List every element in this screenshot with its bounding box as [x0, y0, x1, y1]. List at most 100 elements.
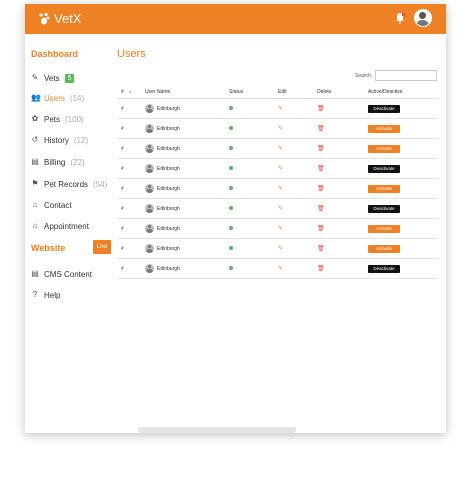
sidebar-item-appointment[interactable]: ⌂ Appointment: [31, 219, 89, 233]
user-cell: Edinburgh: [145, 224, 225, 233]
frame-shadow: [138, 427, 296, 433]
delete-icon[interactable]: 🗑: [317, 126, 325, 132]
deactivate-button[interactable]: Deactivate: [368, 264, 400, 273]
sidebar-item-contact[interactable]: ⌂ Contact: [31, 198, 72, 212]
user-avatar-icon: [145, 224, 154, 233]
user-avatar-icon: [145, 184, 154, 193]
user-name: Edinburgh: [157, 265, 180, 272]
edit-icon[interactable]: ✎: [278, 226, 283, 232]
table-row: # Edinburgh ✎ 🗑 Deactivate: [117, 98, 438, 119]
edit-icon[interactable]: ✎: [278, 186, 283, 192]
row-number: #: [117, 138, 141, 159]
user-name: Edinburgh: [157, 105, 180, 112]
activate-button[interactable]: Activate: [368, 124, 400, 133]
user-cell: Edinburgh: [145, 264, 225, 273]
activate-button[interactable]: Activate: [368, 244, 400, 253]
user-avatar-icon: [145, 144, 154, 153]
status-dot-icon: [229, 185, 233, 190]
users-table: # ▲ User Name Status Edit Delete Active/D…: [117, 86, 438, 279]
user-avatar[interactable]: [414, 9, 432, 27]
status-dot-icon: [229, 165, 233, 170]
sidebar-item-cms-content[interactable]: ▤ CMS Content: [31, 267, 92, 281]
sidebar-item-pet-records[interactable]: ⚑ Pet Records (54): [31, 177, 107, 191]
table-row: # Edinburgh ✎ 🗑 Activate: [117, 218, 438, 239]
sidebar-item-vets[interactable]: ✎ Vets 5: [31, 71, 75, 85]
logo-text: VetX: [54, 11, 82, 26]
notification-bell-icon[interactable]: [394, 12, 406, 24]
sidebar-item-count: (12): [73, 135, 89, 145]
sidebar-item-pets[interactable]: ✿ Pets (100): [31, 112, 84, 126]
column-header-user-name[interactable]: User Name: [141, 86, 225, 99]
edit-icon[interactable]: ✎: [278, 266, 283, 272]
activate-button[interactable]: Activate: [368, 224, 400, 233]
delete-icon[interactable]: 🗑: [317, 206, 325, 212]
sidebar-item-label: Billing: [44, 157, 66, 167]
deactivate-button[interactable]: Deactivate: [368, 164, 400, 173]
search-area: Search:: [355, 70, 438, 81]
delete-icon[interactable]: 🗑: [317, 106, 325, 112]
user-avatar-icon: [145, 104, 154, 113]
paw-logo-icon: [39, 12, 50, 24]
sidebar-item-users[interactable]: 👥 Users (14): [31, 91, 84, 105]
user-name: Edinburgh: [157, 125, 180, 132]
row-number: #: [117, 238, 141, 259]
delete-icon[interactable]: 🗑: [317, 146, 325, 152]
sort-icon[interactable]: ▲: [128, 89, 133, 95]
sidebar-item-billing[interactable]: ▤ Billing (22): [31, 155, 84, 169]
edit-icon[interactable]: ✎: [278, 166, 283, 172]
user-name: Edinburgh: [157, 145, 180, 152]
table-row: # Edinburgh ✎ 🗑 Deactivate: [117, 158, 438, 179]
table-row: # Edinburgh ✎ 🗑 Deactivate: [117, 198, 438, 219]
delete-icon[interactable]: 🗑: [317, 266, 325, 272]
user-cell: Edinburgh: [145, 104, 225, 113]
history-icon: ↺: [31, 135, 39, 144]
sidebar-item-label: Help: [44, 290, 61, 300]
edit-icon[interactable]: ✎: [278, 126, 283, 132]
live-button[interactable]: Live: [93, 240, 111, 254]
deactivate-button[interactable]: Deactivate: [368, 204, 400, 213]
sidebar: Dashboard ✎ Vets 5 👥 Users (14) ✿ Pets (…: [25, 34, 115, 433]
logo[interactable]: VetX: [38, 11, 81, 26]
delete-icon[interactable]: 🗑: [317, 166, 325, 172]
activate-button[interactable]: Activate: [368, 144, 400, 153]
table-row: # Edinburgh ✎ 🗑 Activate: [117, 238, 438, 259]
delete-icon[interactable]: 🗑: [317, 186, 325, 192]
sidebar-item-help[interactable]: ? Help: [31, 288, 61, 302]
help-icon: ?: [32, 290, 38, 299]
column-header-status[interactable]: Status: [225, 86, 274, 99]
edit-icon[interactable]: ✎: [278, 146, 283, 152]
row-number: #: [117, 258, 141, 279]
sidebar-item-label: Pet Records: [44, 179, 89, 189]
search-label: Search:: [355, 72, 373, 79]
user-avatar-icon: [145, 244, 154, 253]
user-avatar-icon: [145, 204, 154, 213]
sidebar-website-heading[interactable]: Website: [31, 243, 65, 253]
column-header-delete[interactable]: Delete: [313, 86, 364, 99]
row-number: #: [117, 178, 141, 199]
search-input[interactable]: [375, 70, 438, 81]
sidebar-item-count: (54): [93, 179, 108, 189]
user-cell: Edinburgh: [145, 204, 225, 213]
pets-icon: ✿: [31, 114, 39, 123]
edit-icon[interactable]: ✎: [278, 106, 283, 112]
sidebar-item-label: Appointment: [44, 221, 89, 231]
column-header-edit[interactable]: Edit: [274, 86, 313, 99]
user-name: Edinburgh: [157, 185, 180, 192]
billing-icon: ▤: [31, 157, 39, 166]
activate-button[interactable]: Activate: [368, 184, 400, 193]
deactivate-button[interactable]: Deactivate: [368, 104, 400, 113]
delete-icon[interactable]: 🗑: [317, 246, 325, 252]
status-dot-icon: [229, 205, 233, 210]
edit-icon[interactable]: ✎: [278, 206, 283, 212]
sidebar-item-history[interactable]: ↺ History (12): [31, 133, 88, 147]
delete-icon[interactable]: 🗑: [317, 226, 325, 232]
sidebar-dashboard-heading[interactable]: Dashboard: [31, 49, 78, 59]
user-cell: Edinburgh: [145, 184, 225, 193]
app-window: VetX Dashboard ✎ Vets 5 👥 Users (14) ✿ P…: [25, 4, 446, 433]
column-header-active-deactive[interactable]: Active/Deactive: [364, 86, 438, 99]
column-header-number[interactable]: # ▲: [117, 86, 141, 99]
edit-icon[interactable]: ✎: [278, 246, 283, 252]
sidebar-item-label: CMS Content: [44, 269, 93, 279]
contact-icon: ⌂: [32, 200, 38, 209]
user-avatar-icon: [145, 264, 154, 273]
